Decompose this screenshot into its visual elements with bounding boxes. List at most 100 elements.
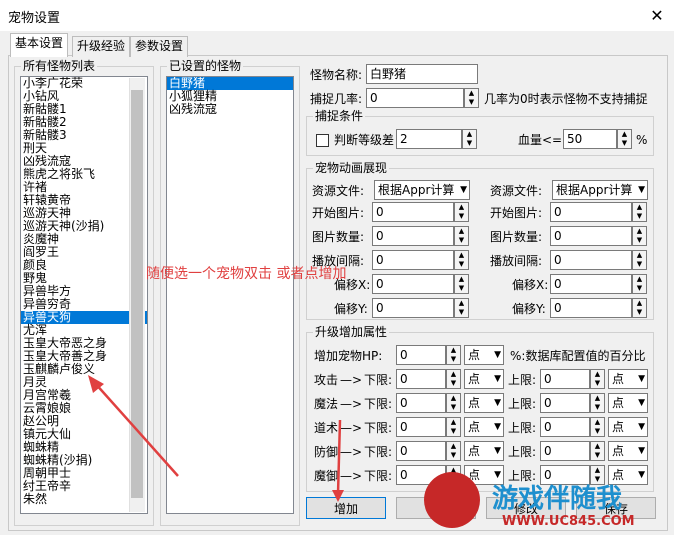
spin-up-icon[interactable]: ▲ [633,203,646,212]
list-item[interactable]: 凶残流寇 [167,103,293,116]
lower-limit-stepper[interactable]: ▲▼ [446,417,461,437]
offset-y-input[interactable]: 0 [372,298,454,318]
upper-unit-select[interactable]: 点 ▼ [608,441,648,461]
spin-up-icon[interactable]: ▲ [465,89,478,98]
tab-upgrade-exp[interactable]: 升级经验 [72,36,131,57]
spin-down-icon[interactable]: ▼ [591,451,604,460]
add-hp-stepper[interactable]: ▲ ▼ [446,345,461,365]
spin-down-icon[interactable]: ▼ [447,451,460,460]
spin-down-icon[interactable]: ▼ [591,427,604,436]
spin-up-icon[interactable]: ▲ [447,418,460,427]
lower-limit-input[interactable]: 0 [396,369,446,389]
spin-down-icon[interactable]: ▼ [618,139,631,148]
add-hp-unit-select[interactable]: 点 ▼ [464,345,504,365]
tab-basic-settings[interactable]: 基本设置 [10,33,69,57]
image-count-input[interactable]: 0 [550,226,632,246]
lower-unit-select[interactable]: 点 ▼ [464,369,504,389]
offset-y-input[interactable]: 0 [550,298,632,318]
upper-limit-stepper[interactable]: ▲ ▼ [590,369,605,389]
spin-down-icon[interactable]: ▼ [447,355,460,364]
spin-up-icon[interactable]: ▲ [591,418,604,427]
offset-x-stepper[interactable]: ▲ ▼ [454,274,469,294]
spin-up-icon[interactable]: ▲ [455,275,468,284]
upper-unit-select[interactable]: 点 ▼ [608,369,648,389]
upper-unit-select[interactable]: 点 ▼ [608,393,648,413]
upper-limit-input[interactable]: 0 [540,417,590,437]
spin-down-icon[interactable]: ▼ [455,308,468,317]
hp-threshold-stepper[interactable]: ▲ ▼ [617,129,632,149]
spin-down-icon[interactable]: ▼ [591,403,604,412]
spin-down-icon[interactable]: ▼ [591,379,604,388]
spin-up-icon[interactable]: ▲ [591,466,604,475]
scrollbar-thumb[interactable] [131,90,143,498]
level-diff-input[interactable]: 2 [396,129,462,149]
upper-limit-stepper[interactable]: ▲ ▼ [590,441,605,461]
upper-limit-input[interactable]: 0 [540,393,590,413]
spin-down-icon[interactable]: ▼ [463,139,476,148]
spin-up-icon[interactable]: ▲ [633,275,646,284]
image-count-stepper[interactable]: ▲ ▼ [454,226,469,246]
spin-up-icon[interactable]: ▲ [447,442,460,451]
upper-limit-input[interactable]: 0 [540,369,590,389]
lower-limit-stepper[interactable]: ▲▼ [446,393,461,413]
lower-limit-input[interactable]: 0 [396,441,446,461]
lower-limit-input[interactable]: 0 [396,393,446,413]
level-diff-checkbox[interactable] [316,134,329,147]
spin-down-icon[interactable]: ▼ [447,427,460,436]
spin-down-icon[interactable]: ▼ [455,284,468,293]
spin-up-icon[interactable]: ▲ [455,203,468,212]
configured-monsters-list[interactable]: 白野猪 小狐狸精 凶残流寇 [166,76,294,514]
upper-unit-select[interactable]: 点 ▼ [608,417,648,437]
spin-up-icon[interactable]: ▲ [455,251,468,260]
spin-up-icon[interactable]: ▲ [447,394,460,403]
capture-rate-stepper[interactable]: ▲ ▼ [464,88,479,108]
image-count-input[interactable]: 0 [372,226,454,246]
spin-up-icon[interactable]: ▲ [447,346,460,355]
spin-up-icon[interactable]: ▲ [618,130,631,139]
add-button[interactable]: 增加 [306,497,386,519]
spin-down-icon[interactable]: ▼ [447,379,460,388]
spin-down-icon[interactable]: ▼ [633,260,646,269]
offset-y-stepper[interactable]: ▲ ▼ [454,298,469,318]
spin-down-icon[interactable]: ▼ [447,403,460,412]
spin-up-icon[interactable]: ▲ [633,251,646,260]
level-diff-stepper[interactable]: ▲ ▼ [462,129,477,149]
spin-up-icon[interactable]: ▲ [463,130,476,139]
start-image-stepper[interactable]: ▲ ▼ [454,202,469,222]
spin-up-icon[interactable]: ▲ [455,227,468,236]
lower-unit-select[interactable]: 点 ▼ [464,441,504,461]
start-image-input[interactable]: 0 [550,202,632,222]
spin-up-icon[interactable]: ▲ [591,442,604,451]
offset-x-input[interactable]: 0 [550,274,632,294]
spin-up-icon[interactable]: ▲ [591,394,604,403]
upper-limit-stepper[interactable]: ▲ ▼ [590,417,605,437]
spin-up-icon[interactable]: ▲ [633,227,646,236]
spin-down-icon[interactable]: ▼ [455,236,468,245]
spin-down-icon[interactable]: ▼ [633,212,646,221]
spin-down-icon[interactable]: ▼ [633,308,646,317]
resource-file-select[interactable]: 根据Appr计算 ▼ [374,180,470,200]
close-button[interactable]: ✕ [644,3,670,27]
spin-up-icon[interactable]: ▲ [633,299,646,308]
spin-down-icon[interactable]: ▼ [455,212,468,221]
tab-parameters[interactable]: 参数设置 [130,36,189,57]
image-count-stepper[interactable]: ▲ ▼ [632,226,647,246]
lower-limit-stepper[interactable]: ▲▼ [446,441,461,461]
spin-down-icon[interactable]: ▼ [633,284,646,293]
play-interval-stepper[interactable]: ▲ ▼ [454,250,469,270]
play-interval-input[interactable]: 0 [550,250,632,270]
upper-limit-stepper[interactable]: ▲ ▼ [590,393,605,413]
spin-down-icon[interactable]: ▼ [633,236,646,245]
start-image-input[interactable]: 0 [372,202,454,222]
hp-threshold-input[interactable]: 50 [563,129,617,149]
lower-limit-input[interactable]: 0 [396,417,446,437]
lower-unit-select[interactable]: 点 ▼ [464,393,504,413]
resource-file-select[interactable]: 根据Appr计算 ▼ [552,180,648,200]
spin-up-icon[interactable]: ▲ [447,370,460,379]
lower-unit-select[interactable]: 点 ▼ [464,417,504,437]
offset-x-input[interactable]: 0 [372,274,454,294]
monster-name-input[interactable]: 白野猪 [366,64,478,84]
lower-limit-stepper[interactable]: ▲▼ [446,369,461,389]
spin-up-icon[interactable]: ▲ [455,299,468,308]
upper-limit-input[interactable]: 0 [540,441,590,461]
